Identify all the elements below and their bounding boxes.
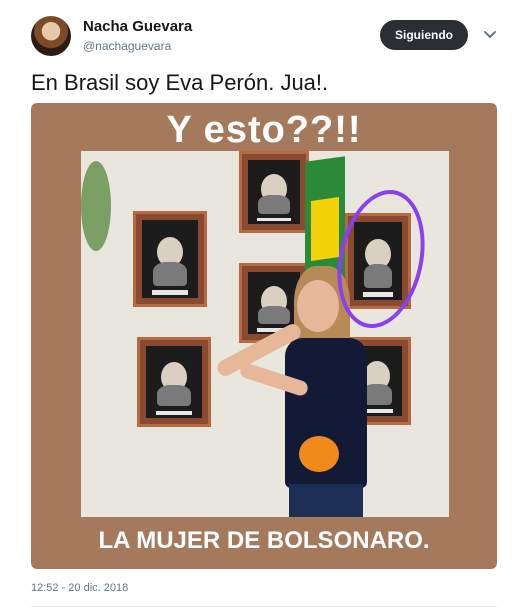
divider (31, 606, 497, 607)
meme-caption-top: Y esto??!! (166, 109, 362, 151)
photo-scene (81, 151, 449, 517)
following-button[interactable]: Siguiendo (380, 20, 468, 50)
portrait-frame (239, 151, 309, 233)
tweet-media-image[interactable]: Y esto??!! LA MUJER DE BOLSONARO. (31, 103, 497, 569)
plant-decoration (81, 161, 111, 251)
tweet-text: En Brasil soy Eva Perón. Jua!. (31, 70, 329, 95)
avatar[interactable] (31, 16, 71, 56)
tweet-timestamp[interactable]: 12:52 - 20 dic. 2018 (31, 582, 128, 594)
tweet-header: Nacha Guevara @nachaguevara Siguiendo (31, 14, 501, 60)
chevron-down-icon[interactable] (483, 28, 497, 42)
woman-figure (214, 266, 367, 517)
user-handle[interactable]: @nachaguevara (83, 39, 171, 53)
portrait-frame (133, 211, 207, 307)
portrait-frame (137, 337, 211, 427)
meme-caption-bottom: LA MUJER DE BOLSONARO. (98, 527, 430, 554)
display-name[interactable]: Nacha Guevara (83, 18, 192, 35)
